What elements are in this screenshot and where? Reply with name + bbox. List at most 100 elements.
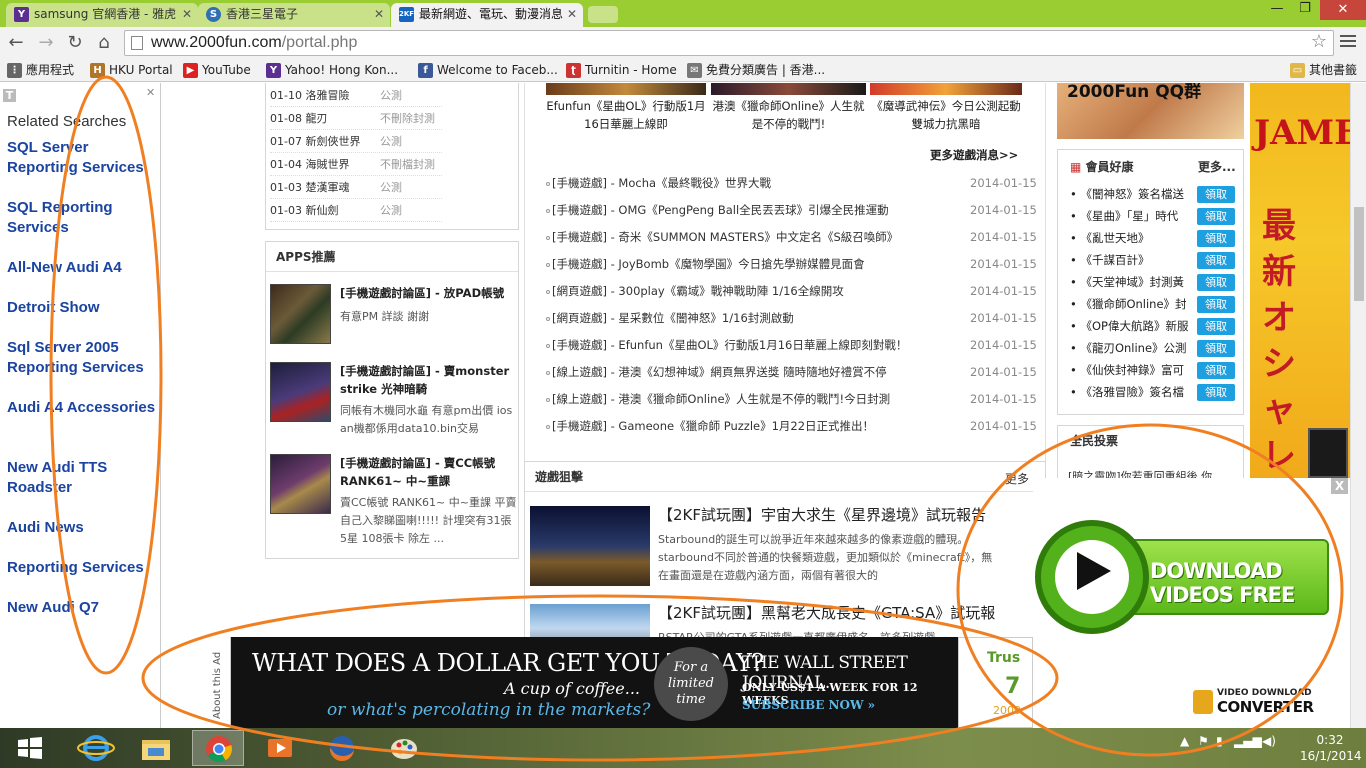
offer-title[interactable]: 《闇神怒》簽名檔送 bbox=[1080, 187, 1184, 201]
related-link[interactable]: Sql Server 2005 Reporting Services bbox=[7, 338, 157, 378]
explorer-taskbar-button[interactable] bbox=[130, 730, 182, 766]
minimize-button[interactable]: — bbox=[1262, 0, 1292, 20]
news-title[interactable]: [手機遊戲] - 奇米《SUMMON MASTERS》中文定名《S級召喚師》 bbox=[552, 224, 898, 251]
member-offer-item[interactable]: • 《天堂神域》封測黃 領取 bbox=[1070, 271, 1238, 293]
related-link[interactable]: Audi A4 Accessories bbox=[7, 398, 157, 418]
news-item[interactable]: [手機遊戲] - Efunfun《星曲OL》行動版1月16日華麗上線即刻對戰！ 2… bbox=[546, 332, 1046, 359]
media-taskbar-button[interactable] bbox=[254, 730, 306, 766]
system-clock[interactable]: 0:32 16/1/2014 bbox=[1300, 732, 1362, 764]
claim-button[interactable]: 領取 bbox=[1197, 208, 1235, 225]
bookmark-classified[interactable]: ✉ 免費分類廣告 | 香港... bbox=[687, 62, 825, 79]
app-title[interactable]: [手機遊戲討論區] - 賣CC帳號 RANK61~ 中~重課 bbox=[340, 454, 518, 490]
page-scrollbar[interactable] bbox=[1350, 83, 1366, 728]
related-link[interactable]: All-New Audi A4 bbox=[7, 258, 157, 278]
claim-button[interactable]: 領取 bbox=[1197, 274, 1235, 291]
related-link[interactable]: Reporting Services bbox=[7, 558, 157, 578]
app-thumbnail[interactable] bbox=[270, 362, 331, 422]
bookmark-facebook[interactable]: f Welcome to Faceb... bbox=[418, 62, 558, 79]
tab-samsung[interactable]: S 香港三星電子 ✕ bbox=[198, 3, 390, 27]
battery-icon[interactable]: ▮ bbox=[1216, 734, 1223, 748]
member-offer-item[interactable]: • 《千謀百計》 領取 bbox=[1070, 249, 1238, 271]
claim-button[interactable]: 領取 bbox=[1197, 340, 1235, 357]
news-title[interactable]: [手機遊戲] - OMG《PengPeng Ball全民丟丟球》引爆全民推運動 bbox=[552, 197, 889, 224]
right-side-ad[interactable]: JAME 最新オシャレ bbox=[1250, 83, 1356, 478]
schedule-row[interactable]: 01-07 新劍俠世界 公測 bbox=[270, 130, 442, 153]
member-offer-item[interactable]: • 《闇神怒》簽名檔送 領取 bbox=[1070, 183, 1238, 205]
claim-button[interactable]: 領取 bbox=[1197, 318, 1235, 335]
offer-title[interactable]: 《OP偉大航路》新服 bbox=[1080, 319, 1188, 333]
related-link[interactable]: New Audi Q7 bbox=[7, 598, 157, 618]
tab-2000fun[interactable]: 2KF 最新網遊、電玩、動漫消息 ✕ bbox=[391, 3, 583, 27]
news-item[interactable]: [線上遊戲] - 港澳《幻想神域》網頁無界送獎 隨時隨地好禮賞不停 2014-01… bbox=[546, 359, 1046, 386]
member-offer-item[interactable]: • 《龍刃Online》公測 領取 bbox=[1070, 337, 1238, 359]
reload-button[interactable]: ↻ bbox=[63, 31, 87, 55]
wsj-banner-ad[interactable]: About this Ad WHAT DOES A DOLLAR GET YOU… bbox=[174, 637, 958, 728]
ad-close-icon[interactable]: ✕ bbox=[146, 86, 155, 99]
about-this-ad[interactable]: About this Ad bbox=[174, 637, 231, 728]
bookmark-other[interactable]: ▭ 其他書籤 bbox=[1290, 62, 1357, 79]
claim-button[interactable]: 領取 bbox=[1197, 362, 1235, 379]
tray-chevron-icon[interactable]: ▲ bbox=[1180, 734, 1189, 748]
news-item[interactable]: [手機遊戲] - 奇米《SUMMON MASTERS》中文定名《S級召喚師》 20… bbox=[546, 224, 1046, 251]
qq-banner[interactable]: 2000Fun QQ群 bbox=[1057, 83, 1244, 139]
offer-title[interactable]: 《龍刃Online》公測 bbox=[1080, 341, 1186, 355]
scrollbar-thumb[interactable] bbox=[1354, 207, 1364, 301]
news-title[interactable]: [手機遊戲] - Mocha《最終戰役》世界大戰 bbox=[552, 170, 771, 197]
claim-button[interactable]: 領取 bbox=[1197, 230, 1235, 247]
firefox-taskbar-button[interactable] bbox=[316, 730, 368, 766]
bookmark-yahoo[interactable]: Y Yahoo! Hong Kon... bbox=[266, 62, 398, 79]
member-offer-item[interactable]: • 《洛雅冒險》簽名檔 領取 bbox=[1070, 381, 1238, 403]
news-title[interactable]: [網頁遊戲] - 300play《霸域》戰神戰助陣 1/16全線開攻 bbox=[552, 278, 844, 305]
related-link[interactable]: SQL Server Reporting Services bbox=[7, 138, 157, 178]
offer-title[interactable]: 《洛雅冒險》簽名檔 bbox=[1080, 385, 1184, 399]
home-button[interactable]: ⌂ bbox=[92, 31, 116, 55]
offer-title[interactable]: 《千謀百計》 bbox=[1080, 253, 1149, 267]
news-title[interactable]: [線上遊戲] - 港澳《幻想神域》網頁無界送獎 隨時隨地好禮賞不停 bbox=[552, 359, 887, 386]
bookmark-hku[interactable]: H HKU Portal bbox=[90, 62, 173, 79]
schedule-row[interactable]: 01-08 龍刃 不刪除封測 bbox=[270, 107, 442, 130]
restore-button[interactable]: ❐ bbox=[1290, 0, 1320, 20]
offer-title[interactable]: 《亂世天地》 bbox=[1080, 231, 1149, 245]
schedule-row[interactable]: 01-03 新仙劍 公測 bbox=[270, 199, 442, 222]
news-item[interactable]: [手機遊戲] - Gameone《獵命師 Puzzle》1月22日正式推出！ 20… bbox=[546, 413, 1046, 440]
start-button[interactable] bbox=[4, 730, 56, 766]
news-title[interactable]: [手機遊戲] - Efunfun《星曲OL》行動版1月16日華麗上線即刻對戰！ bbox=[552, 332, 907, 359]
member-offer-item[interactable]: • 《星曲》「星」時代 領取 bbox=[1070, 205, 1238, 227]
popup-close-button[interactable]: X bbox=[1331, 478, 1348, 494]
app-item[interactable]: [手機遊戲討論區] - 放PAD帳號 有意PM 詳談 謝謝 bbox=[270, 284, 516, 364]
sniper-more-link[interactable]: 更多 bbox=[1005, 470, 1029, 487]
news-item[interactable]: [手機遊戲] - OMG《PengPeng Ball全民丟丟球》引爆全民推運動 2… bbox=[546, 197, 1046, 224]
sniper-title-link[interactable]: 【2KF試玩團】黑幫老大成長史《GTA:SA》試玩報 bbox=[658, 602, 995, 623]
news-item[interactable]: [手機遊戲] - JoyBomb《魔物學園》今日搶先學辦媒體見面會 2014-01… bbox=[546, 251, 1046, 278]
news-title[interactable]: [手機遊戲] - Gameone《獵命師 Puzzle》1月22日正式推出！ bbox=[552, 413, 874, 440]
forward-button[interactable]: → bbox=[34, 31, 58, 55]
back-button[interactable]: ← bbox=[4, 31, 28, 55]
claim-button[interactable]: 領取 bbox=[1197, 384, 1235, 401]
app-thumbnail[interactable] bbox=[270, 284, 331, 344]
schedule-row[interactable]: 01-03 楚漢軍魂 公測 bbox=[270, 176, 442, 199]
new-tab-button[interactable] bbox=[588, 6, 618, 23]
tab-close-icon[interactable]: ✕ bbox=[567, 3, 577, 25]
bookmark-apps[interactable]: ⋮ 應用程式 bbox=[7, 62, 74, 79]
offer-title[interactable]: 《仙俠封神錄》富可 bbox=[1080, 363, 1184, 377]
bookmark-youtube[interactable]: ▶ YouTube bbox=[183, 62, 251, 79]
chrome-taskbar-button[interactable] bbox=[192, 730, 244, 766]
tray-flag-icon[interactable]: ⚑ bbox=[1198, 734, 1209, 748]
volume-icon[interactable]: ◀) bbox=[1262, 734, 1276, 748]
offer-title[interactable]: 《星曲》「星」時代 bbox=[1080, 209, 1178, 223]
related-link[interactable]: Audi News bbox=[7, 518, 157, 538]
member-offer-item[interactable]: • 《獵命師Online》封 領取 bbox=[1070, 293, 1238, 315]
news-item[interactable]: [網頁遊戲] - 300play《霸域》戰神戰助陣 1/16全線開攻 2014-0… bbox=[546, 278, 1046, 305]
bookmark-turnitin[interactable]: ʈ Turnitin - Home bbox=[566, 62, 677, 79]
claim-button[interactable]: 領取 bbox=[1197, 186, 1235, 203]
member-more-link[interactable]: 更多... bbox=[1198, 158, 1236, 175]
offer-title[interactable]: 《天堂神域》封測黃 bbox=[1080, 275, 1184, 289]
offer-title[interactable]: 《獵命師Online》封 bbox=[1080, 297, 1186, 311]
address-bar[interactable]: www.2000fun.com/portal.php ☆ bbox=[124, 30, 1334, 56]
tab-yahoo[interactable]: Y samsung 官網香港 - 雅虎 ✕ bbox=[6, 3, 198, 27]
related-link[interactable]: Detroit Show bbox=[7, 298, 157, 318]
sniper-image[interactable] bbox=[530, 506, 650, 586]
news-item[interactable]: [手機遊戲] - Mocha《最終戰役》世界大戰 2014-01-15 bbox=[546, 170, 1046, 197]
news-item[interactable]: [線上遊戲] - 港澳《獵命師Online》人生就是不停的戰鬥!今日封測 2014… bbox=[546, 386, 1046, 413]
tab-close-icon[interactable]: ✕ bbox=[182, 3, 192, 25]
